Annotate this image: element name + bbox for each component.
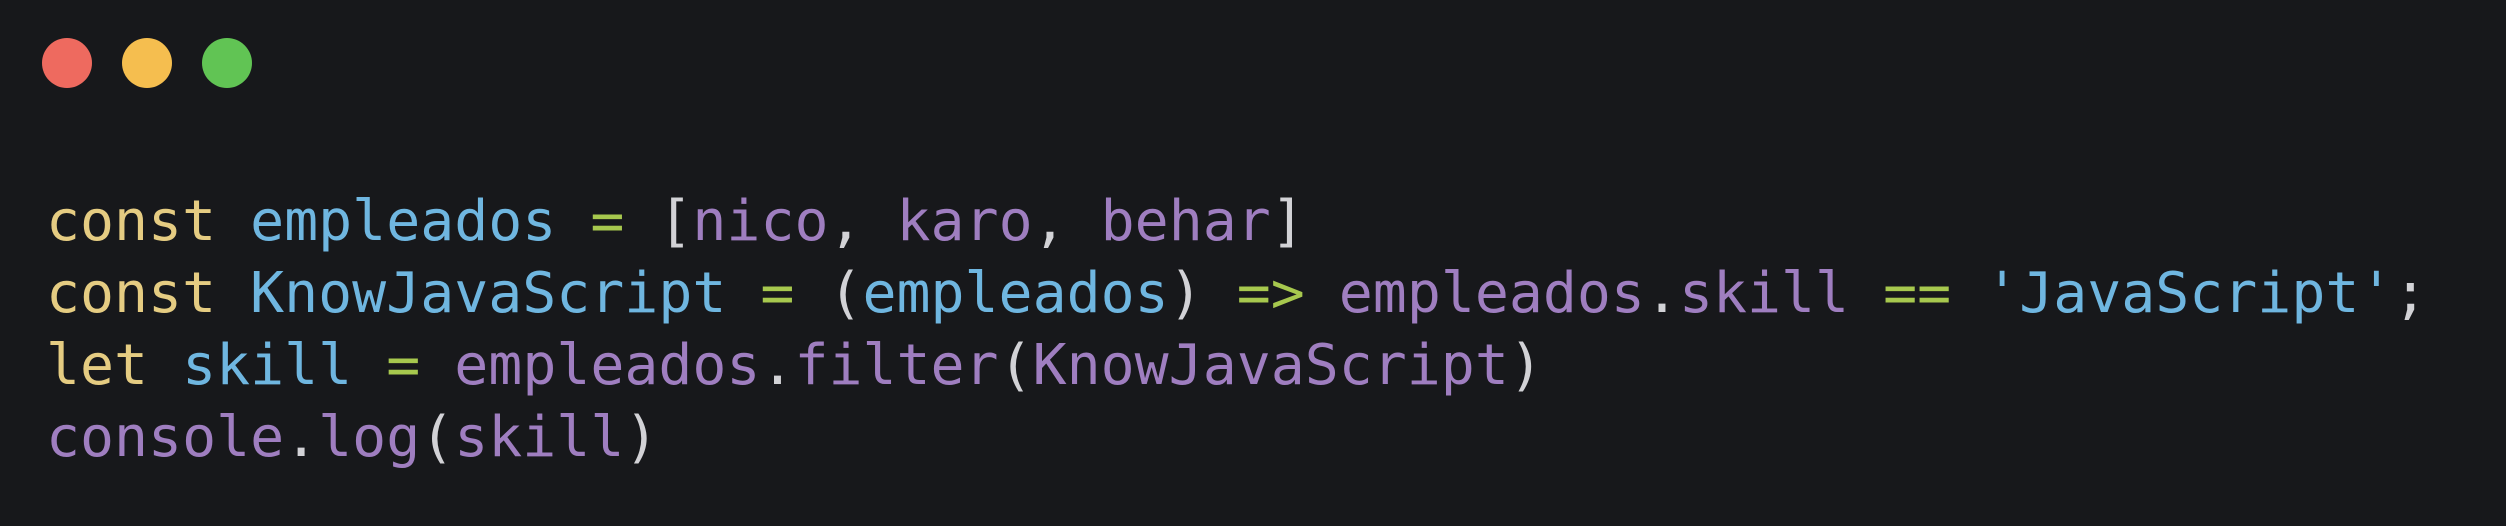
- code-token-identifier: nico: [692, 189, 829, 254]
- code-token-identifier: console: [46, 405, 285, 470]
- code-token-identifier: behar: [1100, 189, 1271, 254]
- code-token-punctuation: [352, 333, 386, 398]
- zoom-window-button[interactable]: [202, 38, 252, 88]
- code-token-punctuation: [726, 261, 760, 326]
- code-token-punctuation: (: [998, 333, 1033, 398]
- minimize-window-button[interactable]: [122, 38, 172, 88]
- code-token-operator: =: [760, 261, 795, 326]
- code-token-punctuation: [1849, 261, 1883, 326]
- code-block: const empleados = [nico, karo, behar] con…: [46, 186, 2427, 474]
- code-token-variable: skill: [182, 333, 353, 398]
- code-token-identifier: empleados: [454, 333, 761, 398]
- code-token-punctuation: (: [828, 261, 863, 326]
- code-token-punctuation: ): [1508, 333, 1543, 398]
- code-token-punctuation: [556, 189, 590, 254]
- code-token-punctuation: ,: [1032, 189, 1101, 254]
- code-token-punctuation: [624, 189, 658, 254]
- code-token-operator: =: [590, 189, 625, 254]
- code-token-keyword: let: [46, 333, 149, 398]
- code-token-operator: =>: [1236, 261, 1305, 326]
- code-token-punctuation: [1305, 261, 1339, 326]
- code-token-punctuation: (: [420, 405, 455, 470]
- code-line: console.log(skill): [46, 402, 2427, 474]
- code-token-punctuation: [216, 261, 250, 326]
- code-line: let skill = empleados.filter(KnowJavaScr…: [46, 330, 2427, 402]
- code-token-string: 'JavaScript': [1985, 261, 2394, 326]
- code-token-punctuation: [216, 189, 250, 254]
- code-line: const empleados = [nico, karo, behar]: [46, 186, 2427, 258]
- code-token-punctuation: [420, 333, 454, 398]
- code-token-punctuation: .: [760, 333, 795, 398]
- code-token-identifier: KnowJavaScript: [1032, 333, 1509, 398]
- code-token-punctuation: [148, 333, 182, 398]
- code-token-variable: KnowJavaScript: [250, 261, 727, 326]
- code-window: const empleados = [nico, karo, behar] con…: [0, 0, 2506, 526]
- code-token-identifier: log: [318, 405, 421, 470]
- code-token-identifier: skill: [1678, 261, 1850, 326]
- code-token-punctuation: ]: [1270, 189, 1305, 254]
- code-token-identifier: filter: [794, 333, 999, 398]
- code-token-punctuation: .: [284, 405, 319, 470]
- code-token-keyword: const: [46, 189, 217, 254]
- code-token-punctuation: ): [624, 405, 659, 470]
- code-token-punctuation: ,: [828, 189, 897, 254]
- close-window-button[interactable]: [42, 38, 92, 88]
- code-line: const KnowJavaScript = (empleados) => em…: [46, 258, 2427, 330]
- code-token-punctuation: [1203, 261, 1237, 326]
- code-token-keyword: const: [46, 261, 217, 326]
- code-token-identifier: empleados: [1338, 261, 1645, 326]
- code-token-identifier: skill: [454, 405, 625, 470]
- code-token-variable: empleados: [250, 189, 557, 254]
- code-token-identifier: karo: [896, 189, 1033, 254]
- code-token-operator: ==: [1883, 261, 1952, 326]
- code-token-punctuation: .: [1644, 261, 1679, 326]
- code-token-punctuation: ): [1168, 261, 1203, 326]
- code-token-operator: =: [386, 333, 421, 398]
- code-token-punctuation: [794, 261, 828, 326]
- code-token-variable: empleados: [862, 261, 1169, 326]
- code-token-punctuation: ;: [2393, 261, 2428, 326]
- code-token-punctuation: [1951, 261, 1985, 326]
- code-token-punctuation: [: [658, 189, 693, 254]
